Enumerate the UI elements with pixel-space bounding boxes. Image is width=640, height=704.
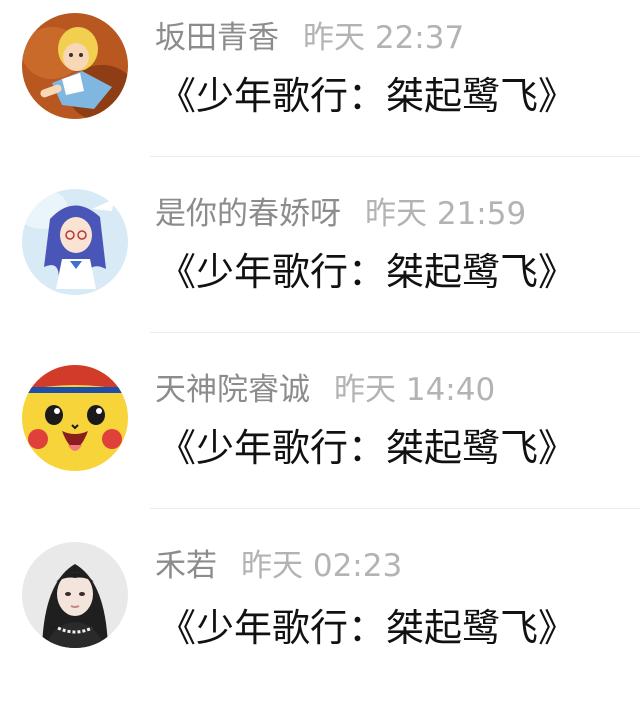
divider <box>150 156 640 157</box>
comment-header: 禾若 昨天 02:23 <box>155 546 402 586</box>
timestamp: 昨天 22:37 <box>303 20 465 56</box>
portrait-avatar-icon[interactable] <box>22 542 128 648</box>
comment-header: 天神院睿诚 昨天 14:40 <box>155 370 495 410</box>
username[interactable]: 是你的春娇呀 <box>155 196 341 232</box>
comment-item[interactable]: 坂田青香 昨天 22:37 《少年歌行：桀起鹭飞》 <box>0 0 640 176</box>
timestamp: 昨天 21:59 <box>365 196 527 232</box>
comment-item[interactable]: 禾若 昨天 02:23 《少年歌行：桀起鹭飞》 <box>0 528 640 704</box>
timestamp: 昨天 02:23 <box>241 548 403 584</box>
comment-text: 《少年歌行：桀起鹭飞》 <box>158 250 577 294</box>
comment-item[interactable]: 是你的春娇呀 昨天 21:59 《少年歌行：桀起鹭飞》 <box>0 176 640 352</box>
comment-list: 坂田青香 昨天 22:37 《少年歌行：桀起鹭飞》 是你的春娇呀 昨天 21:59 … <box>0 0 640 679</box>
comment-text: 《少年歌行：桀起鹭飞》 <box>158 426 577 470</box>
comment-text: 《少年歌行：桀起鹭飞》 <box>158 74 577 118</box>
comment-header: 坂田青香 昨天 22:37 <box>155 18 464 58</box>
pikachu-avatar-icon[interactable] <box>22 365 128 471</box>
comment-text: 《少年歌行：桀起鹭飞》 <box>158 606 577 650</box>
divider <box>150 508 640 509</box>
username[interactable]: 坂田青香 <box>155 20 279 56</box>
comment-item[interactable]: 天神院睿诚 昨天 14:40 《少年歌行：桀起鹭飞》 <box>0 352 640 528</box>
timestamp: 昨天 14:40 <box>334 372 496 408</box>
username[interactable]: 禾若 <box>155 548 217 584</box>
cartoon-girl-avatar-icon[interactable] <box>22 13 128 119</box>
anime-girl-avatar-icon[interactable] <box>22 189 128 295</box>
divider <box>150 332 640 333</box>
username[interactable]: 天神院睿诚 <box>155 372 310 408</box>
comment-header: 是你的春娇呀 昨天 21:59 <box>155 194 526 234</box>
